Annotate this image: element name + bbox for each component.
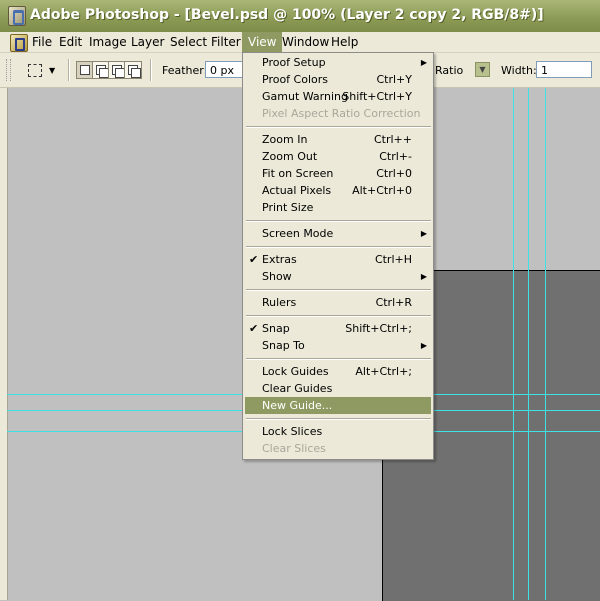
menu-separator [246,220,431,222]
menu-item-shortcut: Alt+Ctrl+0 [352,184,412,197]
menu-item-label: Gamut Warning [262,90,348,103]
style-dropdown-button[interactable]: ▼ [475,62,490,77]
menu-item-shortcut: Ctrl+0 [376,167,412,180]
menu-item-zoom-out[interactable]: Zoom Out Ctrl+- [245,148,431,165]
menu-item-shortcut: Ctrl+- [379,150,412,163]
menu-item-label: Snap To [262,339,305,352]
marquee-icon [28,64,42,77]
menu-item-actual-pixels[interactable]: Actual Pixels Alt+Ctrl+0 [245,182,431,199]
menu-item-pixel-aspect-ratio-correction: Pixel Aspect Ratio Correction [245,105,431,122]
vertical-guide[interactable] [528,88,529,600]
width-label: Width: [501,64,537,77]
menu-separator [246,246,431,248]
submenu-arrow-icon: ▶ [420,341,427,350]
menu-separator [246,126,431,128]
checkmark-icon: ✔ [249,322,259,335]
submenu-arrow-icon: ▶ [420,58,427,67]
intersect-selection-button[interactable] [124,61,142,79]
menu-item-label: Lock Slices [262,425,323,438]
divider [68,59,70,81]
menu-item-shortcut: Shift+Ctrl+; [345,322,412,335]
intersect-selection-icon-overlay [131,68,141,78]
menu-item-snap-to[interactable]: Snap To ▶ [245,337,431,354]
submenu-arrow-icon: ▶ [420,229,427,238]
menu-filter[interactable]: Filter [205,32,247,52]
feather-input[interactable]: 0 px [205,61,245,78]
menu-item-label: Zoom Out [262,150,318,163]
menu-item-proof-colors[interactable]: Proof Colors Ctrl+Y [245,71,431,88]
menu-help[interactable]: Help [325,32,364,52]
vertical-guide[interactable] [513,88,514,600]
menu-item-label: Clear Guides [262,382,333,395]
options-bar-grip[interactable] [6,59,11,81]
menu-item-label: Clear Slices [262,442,326,455]
menu-item-label: Proof Setup [262,56,326,69]
menu-item-label: Extras [262,253,297,266]
menu-item-shortcut: Shift+Ctrl+Y [342,90,412,103]
menu-item-label: Show [262,270,292,283]
style-select-value[interactable]: Ratio [435,64,463,77]
menu-item-label: Lock Guides [262,365,329,378]
submenu-arrow-icon: ▶ [420,272,427,281]
menu-item-fit-on-screen[interactable]: Fit on Screen Ctrl+0 [245,165,431,182]
menu-item-label: New Guide... [262,399,333,412]
feather-label: Feather: [162,64,208,77]
menu-item-shortcut: Alt+Ctrl+; [355,365,412,378]
chevron-down-icon: ▼ [49,66,56,75]
menu-item-shortcut: Ctrl++ [373,133,412,146]
vertical-guide[interactable] [545,88,546,600]
menu-item-print-size[interactable]: Print Size [245,199,431,216]
rectangular-marquee-tool-preset[interactable]: ▼ [25,61,56,79]
menu-item-shortcut: Ctrl+Y [376,73,412,86]
width-input[interactable]: 1 [536,61,592,78]
menu-separator [246,358,431,360]
menu-item-lock-guides[interactable]: Lock Guides Alt+Ctrl+; [245,363,431,380]
menu-item-rulers[interactable]: Rulers Ctrl+R [245,294,431,311]
menu-item-screen-mode[interactable]: Screen Mode ▶ [245,225,431,242]
toolbox-edge [0,88,8,600]
menu-item-label: Zoom In [262,133,308,146]
checkmark-icon: ✔ [249,253,259,266]
divider [150,59,152,81]
menu-item-label: Screen Mode [262,227,334,240]
photoshop-app-icon[interactable] [8,6,26,26]
menu-item-new-guide[interactable]: New Guide... [245,397,431,414]
menu-separator [246,289,431,291]
menu-bar: File Edit Image Layer Select Filter View… [0,32,600,53]
menu-item-label: Print Size [262,201,314,214]
window-title: Adobe Photoshop - [Bevel.psd @ 100% (Lay… [30,7,544,23]
menu-item-lock-slices[interactable]: Lock Slices [245,423,431,440]
menu-item-label: Proof Colors [262,73,328,86]
menu-item-clear-slices: Clear Slices [245,440,431,457]
title-bar: Adobe Photoshop - [Bevel.psd @ 100% (Lay… [0,0,600,33]
menu-item-label: Pixel Aspect Ratio Correction [262,107,421,120]
menu-item-gamut-warning[interactable]: Gamut Warning Shift+Ctrl+Y [245,88,431,105]
menu-item-zoom-in[interactable]: Zoom In Ctrl++ [245,131,431,148]
menu-item-label: Fit on Screen [262,167,334,180]
menu-item-proof-setup[interactable]: Proof Setup ▶ [245,54,431,71]
menu-separator [246,418,431,420]
view-menu-dropdown: Proof Setup ▶ Proof Colors Ctrl+Y Gamut … [242,52,434,460]
menu-separator [246,315,431,317]
menu-item-label: Actual Pixels [262,184,332,197]
menu-item-label: Snap [262,322,290,335]
menu-item-shortcut: Ctrl+H [374,253,412,266]
menu-item-extras[interactable]: ✔ Extras Ctrl+H [245,251,431,268]
menu-item-snap[interactable]: ✔ Snap Shift+Ctrl+; [245,320,431,337]
menu-item-label: Rulers [262,296,297,309]
menu-item-shortcut: Ctrl+R [375,296,412,309]
menu-item-show[interactable]: Show ▶ [245,268,431,285]
new-selection-icon [80,65,90,75]
menu-item-clear-guides[interactable]: Clear Guides [245,380,431,397]
